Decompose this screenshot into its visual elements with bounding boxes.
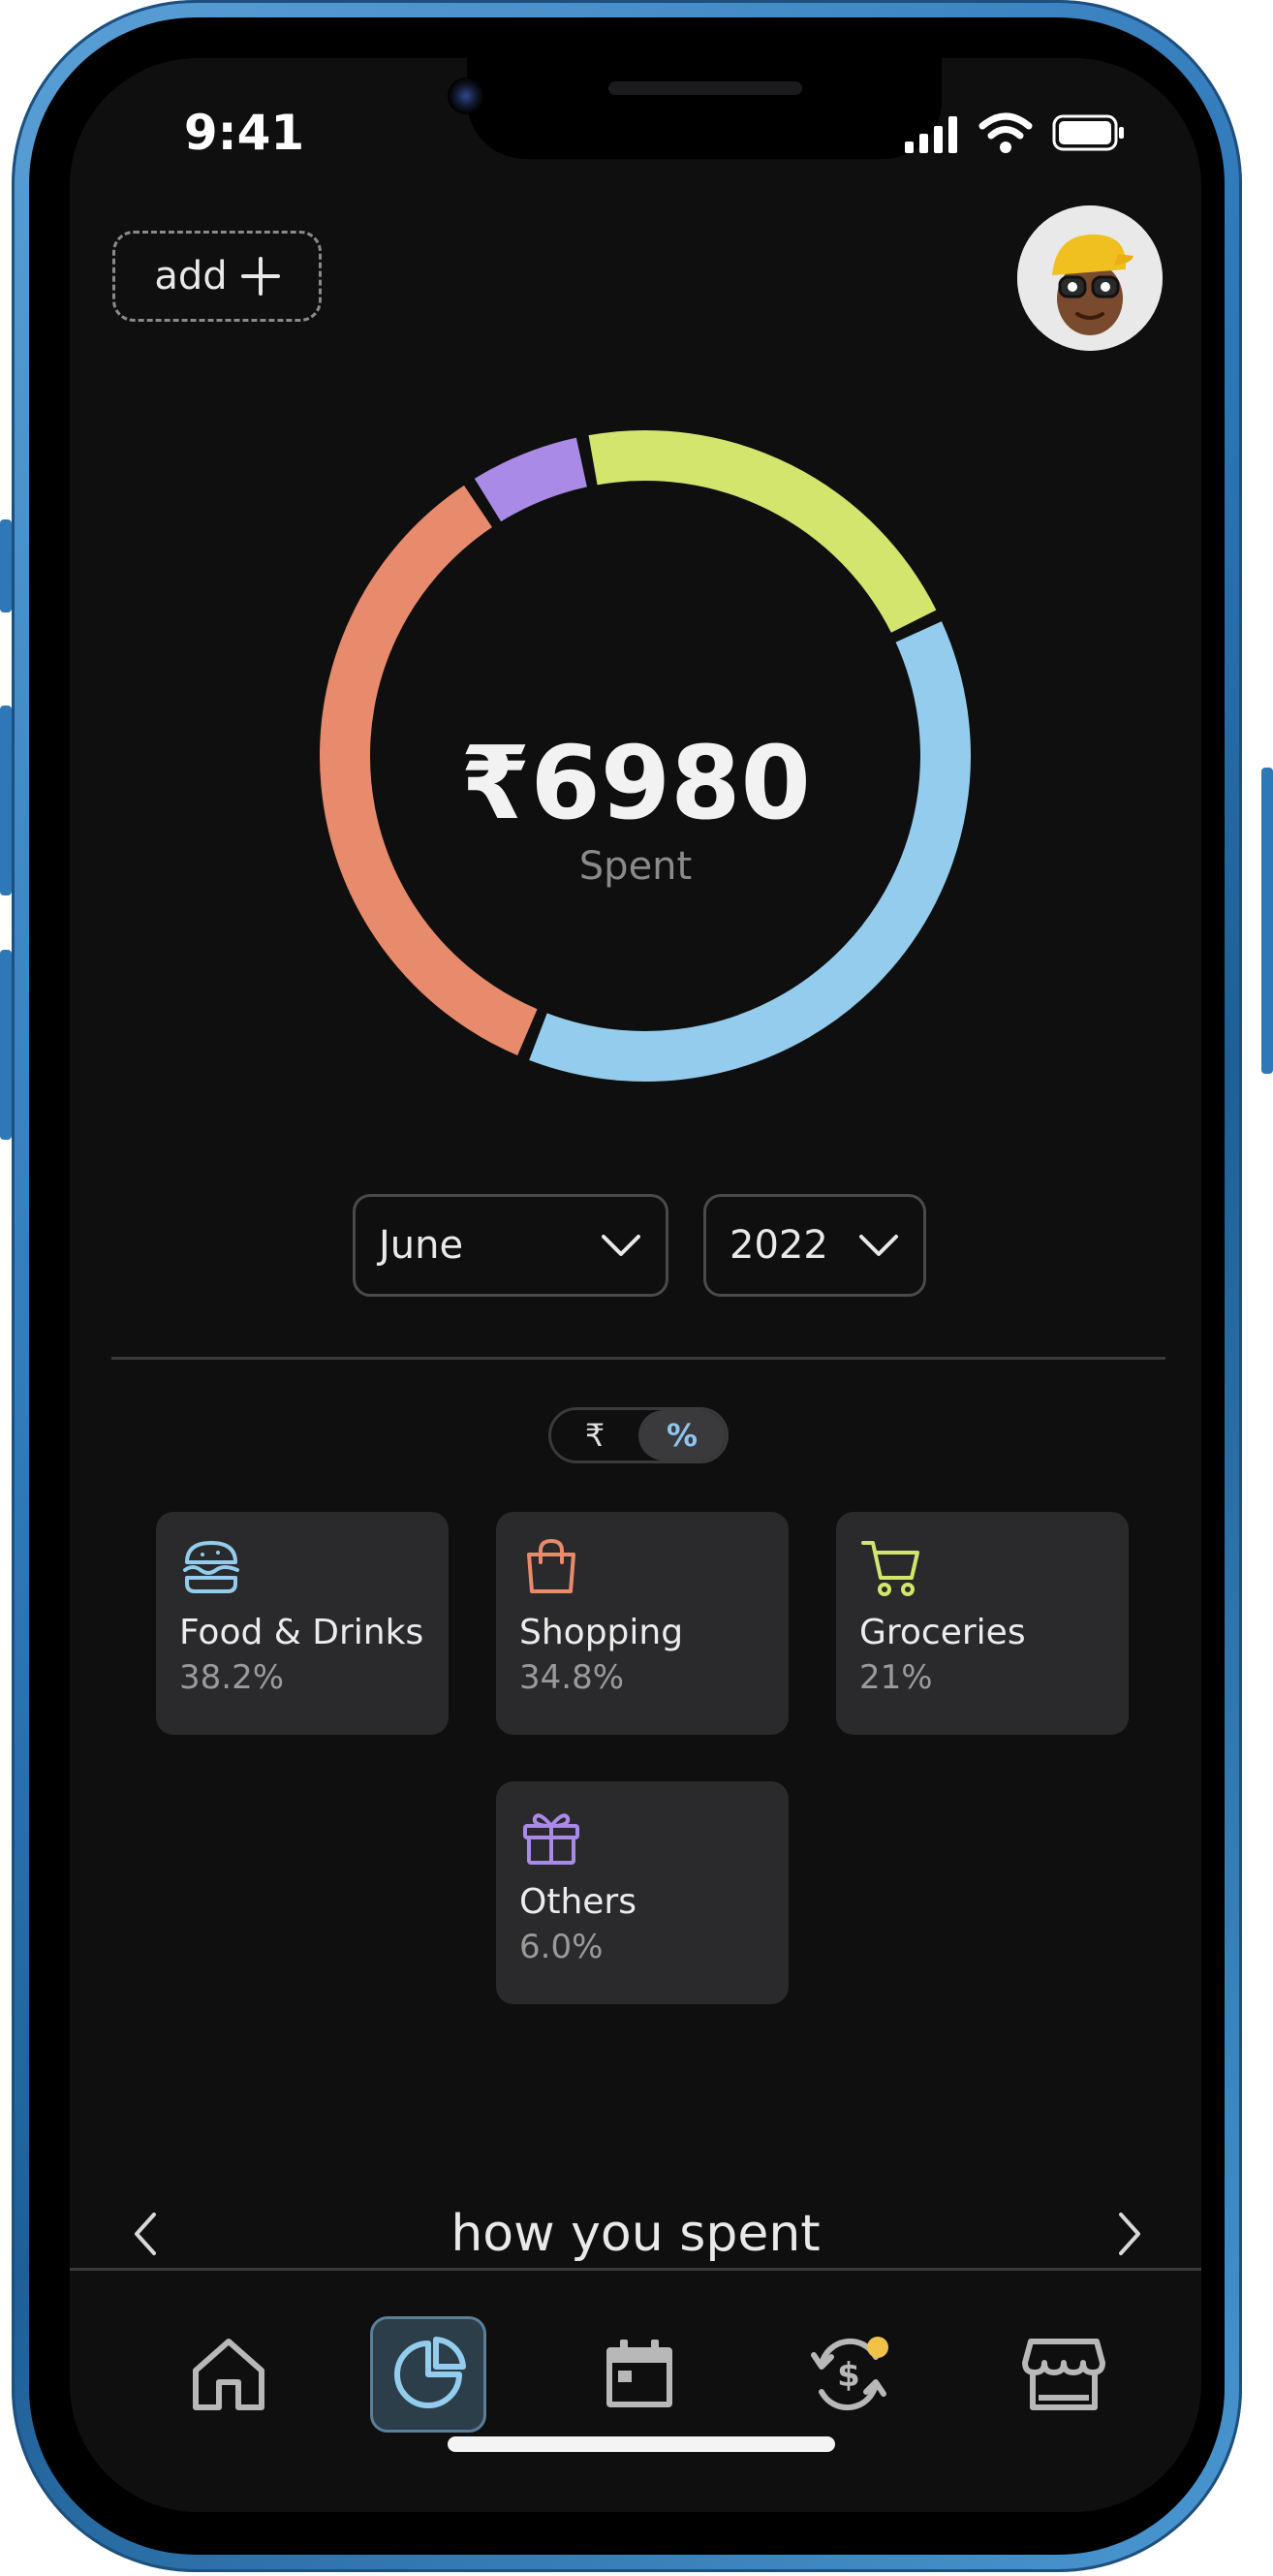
toggle-option-currency[interactable]: ₹ bbox=[551, 1410, 638, 1461]
pie-chart-icon bbox=[394, 2337, 466, 2408]
side-button bbox=[0, 706, 12, 895]
battery-icon bbox=[1052, 114, 1124, 151]
store-icon bbox=[1022, 2339, 1105, 2410]
calendar-icon bbox=[606, 2340, 672, 2407]
burger-icon bbox=[183, 1541, 239, 1593]
month-select[interactable]: June bbox=[353, 1194, 668, 1297]
notch bbox=[467, 58, 942, 159]
donut-segment-groceries bbox=[588, 430, 937, 633]
category-name: Groceries bbox=[859, 1613, 1026, 1652]
total-spent-label: Spent bbox=[578, 844, 693, 889]
add-label: add bbox=[154, 254, 228, 298]
divider bbox=[111, 1357, 1165, 1360]
category-name: Food & Drinks bbox=[179, 1613, 424, 1652]
tab-store[interactable] bbox=[1006, 2316, 1122, 2433]
speaker bbox=[608, 81, 802, 95]
category-percent: 6.0% bbox=[519, 1928, 604, 1966]
wifi-icon bbox=[978, 112, 1033, 153]
side-button bbox=[0, 519, 12, 613]
status-time: 9:41 bbox=[183, 105, 305, 161]
plus-icon bbox=[240, 257, 280, 296]
signal-icon bbox=[905, 116, 957, 153]
total-spent-amount: ₹6980 bbox=[460, 724, 811, 842]
category-card-food[interactable]: Food & Drinks 38.2% bbox=[156, 1512, 449, 1735]
avatar[interactable] bbox=[1017, 205, 1163, 351]
home-indicator bbox=[448, 2436, 835, 2452]
next-arrow[interactable] bbox=[1101, 2196, 1159, 2272]
category-percent: 34.8% bbox=[519, 1658, 625, 1697]
toggle-option-percent[interactable]: % bbox=[638, 1410, 726, 1461]
add-button[interactable]: add bbox=[112, 231, 322, 322]
camera bbox=[448, 78, 484, 114]
home-icon bbox=[193, 2339, 264, 2410]
gift-icon bbox=[523, 1813, 579, 1865]
tab-home[interactable] bbox=[171, 2316, 287, 2433]
category-card-groceries[interactable]: Groceries 21% bbox=[836, 1512, 1129, 1735]
app-screen: 9:41 add ₹6980 Spent June 2022 ₹ % Food … bbox=[70, 58, 1201, 2512]
category-card-others[interactable]: Others 6.0% bbox=[496, 1781, 789, 2004]
category-percent: 38.2% bbox=[179, 1658, 285, 1697]
category-name: Shopping bbox=[519, 1613, 684, 1652]
category-card-shopping[interactable]: Shopping 34.8% bbox=[496, 1512, 789, 1735]
cart-icon bbox=[861, 1541, 919, 1596]
unit-toggle[interactable]: ₹ % bbox=[548, 1407, 729, 1463]
tab-analytics[interactable] bbox=[370, 2316, 486, 2433]
shopping-bag-icon bbox=[527, 1538, 575, 1593]
category-name: Others bbox=[519, 1882, 636, 1922]
tab-calendar[interactable] bbox=[581, 2316, 698, 2433]
tab-exchange[interactable]: $ bbox=[791, 2316, 907, 2433]
year-value: 2022 bbox=[730, 1223, 828, 1268]
chevron-left-icon bbox=[135, 2213, 156, 2255]
side-button bbox=[1261, 768, 1273, 1074]
section-title: how you spent bbox=[450, 2205, 821, 2263]
category-percent: 21% bbox=[859, 1658, 933, 1697]
chevron-down-icon bbox=[859, 1235, 898, 1256]
month-value: June bbox=[379, 1223, 464, 1268]
chevron-down-icon bbox=[602, 1235, 640, 1256]
tab-bar-divider bbox=[70, 2268, 1201, 2271]
side-button bbox=[0, 950, 12, 1140]
currency-exchange-icon: $ bbox=[811, 2337, 888, 2411]
chevron-right-icon bbox=[1119, 2213, 1140, 2255]
previous-arrow[interactable] bbox=[116, 2196, 174, 2272]
donut-segment-others bbox=[474, 437, 588, 522]
avatar-icon bbox=[1017, 205, 1163, 351]
svg-text:$: $ bbox=[837, 2356, 860, 2395]
year-select[interactable]: 2022 bbox=[703, 1194, 926, 1297]
